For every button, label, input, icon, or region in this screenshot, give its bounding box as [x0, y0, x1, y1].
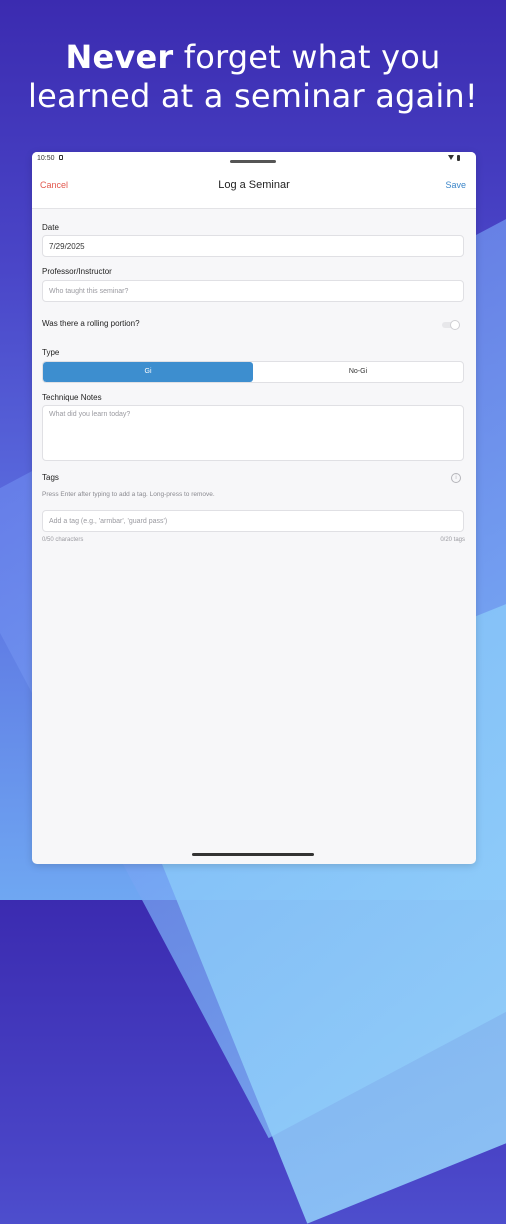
- type-option-gi[interactable]: Gi: [43, 362, 253, 382]
- date-value: 7/29/2025: [49, 242, 85, 251]
- char-counter: 0/50 characters: [42, 537, 84, 543]
- drag-handle: [230, 160, 276, 163]
- date-field[interactable]: 7/29/2025: [42, 235, 464, 257]
- battery-icon: [457, 155, 460, 161]
- tags-label: Tags: [42, 473, 59, 482]
- tag-counter: 0/20 tags: [440, 537, 465, 543]
- type-option-nogi[interactable]: No-Gi: [253, 362, 463, 382]
- type-segmented-control: Gi No-Gi: [42, 361, 464, 383]
- tag-placeholder: Add a tag (e.g., 'armbar', 'guard pass'): [49, 518, 168, 525]
- device-screen: 10:50 Cancel Log a Seminar Save Date 7/2…: [32, 152, 476, 864]
- tag-input[interactable]: Add a tag (e.g., 'armbar', 'guard pass'): [42, 510, 464, 532]
- professor-placeholder: Who taught this seminar?: [49, 288, 129, 295]
- promo-headline: Never forget what you learned at a semin…: [0, 38, 506, 116]
- status-time: 10:50: [37, 155, 55, 162]
- sim-icon: [59, 155, 63, 160]
- date-label: Date: [42, 223, 59, 232]
- home-indicator: [192, 853, 314, 856]
- info-icon[interactable]: i: [451, 473, 461, 483]
- toggle-thumb: [450, 320, 460, 330]
- professor-label: Professor/Instructor: [42, 267, 112, 276]
- type-label: Type: [42, 348, 60, 357]
- status-bar: 10:50: [32, 152, 476, 166]
- headline-bold: Never: [65, 38, 174, 76]
- save-button[interactable]: Save: [445, 180, 466, 190]
- professor-input[interactable]: Who taught this seminar?: [42, 280, 464, 302]
- page-title: Log a Seminar: [218, 179, 290, 191]
- notes-textarea[interactable]: What did you learn today?: [42, 405, 464, 461]
- navigation-bar: Cancel Log a Seminar Save: [32, 166, 476, 209]
- notes-label: Technique Notes: [42, 393, 102, 402]
- rolling-toggle[interactable]: [442, 320, 460, 330]
- notes-placeholder: What did you learn today?: [49, 411, 131, 418]
- wifi-icon: [448, 155, 454, 160]
- rolling-label: Was there a rolling portion?: [42, 319, 140, 328]
- tags-helper-text: Press Enter after typing to add a tag. L…: [42, 491, 215, 498]
